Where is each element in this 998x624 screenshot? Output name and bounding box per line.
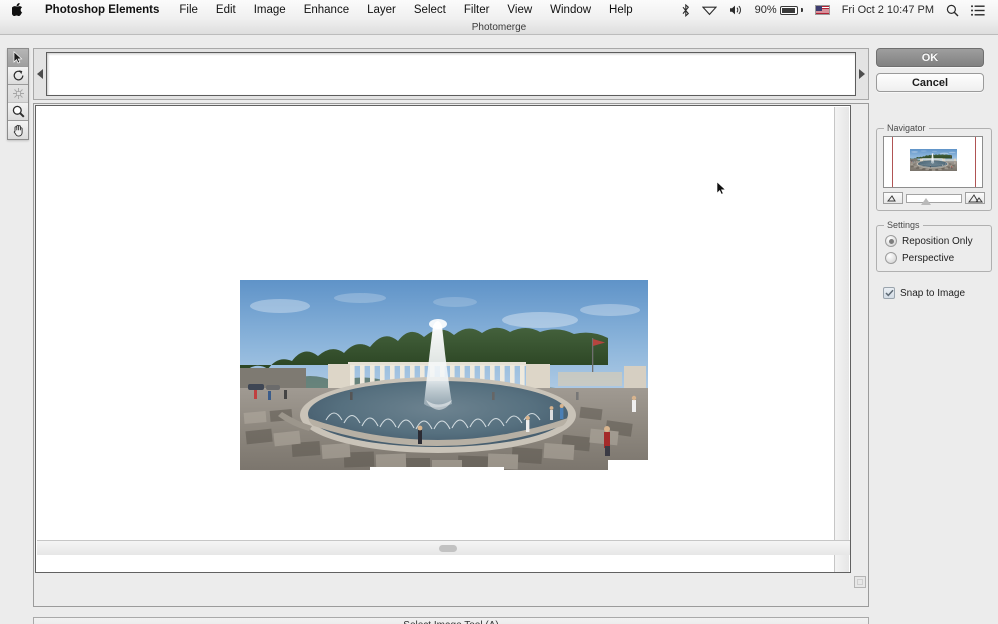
macos-menu-bar: Photoshop Elements File Edit Image Enhan…	[0, 0, 998, 21]
zoom-tool[interactable]	[8, 103, 28, 121]
ok-button[interactable]: OK	[876, 48, 984, 67]
navigator-thumbnail	[910, 149, 957, 171]
options-panel: OK Cancel Navigator Settings Reposition …	[876, 48, 992, 299]
search-icon[interactable]	[940, 4, 965, 17]
vertical-scrollbar[interactable]	[834, 107, 849, 572]
menu-enhance[interactable]: Enhance	[295, 4, 358, 16]
app-window: Photoshop Elements File Edit Image Enhan…	[0, 0, 998, 624]
menu-view[interactable]: View	[498, 4, 541, 16]
menu-file[interactable]: File	[170, 4, 207, 16]
horizontal-scrollbar[interactable]	[37, 540, 850, 555]
us-flag-icon[interactable]	[809, 5, 836, 15]
wifi-icon[interactable]	[696, 4, 723, 16]
menu-bar-clock[interactable]: Fri Oct 2 10:47 PM	[836, 4, 940, 16]
volume-icon[interactable]	[723, 4, 749, 16]
menu-edit[interactable]: Edit	[207, 4, 245, 16]
panorama-segment[interactable]	[364, 277, 509, 467]
large-mountain-icon[interactable]	[965, 192, 985, 204]
rotate-image-tool[interactable]	[8, 67, 28, 85]
resize-grip[interactable]	[854, 576, 866, 588]
navigator-title: Navigator	[884, 123, 929, 133]
settings-title: Settings	[884, 220, 923, 230]
hand-tool[interactable]	[8, 121, 28, 139]
lightbox-well[interactable]	[46, 52, 856, 96]
navigator-panel: Navigator	[876, 123, 992, 211]
menu-app-name[interactable]: Photoshop Elements	[34, 4, 170, 16]
zoom-slider-thumb[interactable]	[921, 197, 931, 205]
menu-layer[interactable]: Layer	[358, 4, 405, 16]
settings-option-perspective[interactable]: Perspective	[885, 252, 985, 264]
navigator-guide-left	[892, 137, 893, 187]
small-mountain-icon[interactable]	[883, 192, 903, 204]
checkmark-icon	[884, 289, 894, 297]
triangle-right-icon[interactable]	[856, 49, 868, 99]
page-title: Photomerge	[471, 21, 527, 33]
status-message: Select Image Tool (A)	[403, 620, 498, 624]
vanishing-point-tool	[8, 85, 28, 103]
radio-perspective-label: Perspective	[902, 252, 955, 264]
menu-help[interactable]: Help	[600, 4, 642, 16]
lightbox-strip	[33, 48, 869, 100]
scrollbar-thumb[interactable]	[439, 545, 457, 552]
bluetooth-icon[interactable]	[676, 3, 696, 17]
work-area	[33, 103, 869, 607]
list-icon[interactable]	[965, 4, 991, 16]
navigator-zoom-controls	[883, 192, 985, 205]
snap-to-image-checkbox[interactable]	[883, 287, 895, 299]
menu-image[interactable]: Image	[245, 4, 295, 16]
navigator-guide-right	[975, 137, 976, 187]
panorama-segment[interactable]	[566, 274, 648, 460]
menu-bar-status-area: 90% Fri Oct 2 10:47 PM	[676, 3, 998, 17]
panorama-composite[interactable]	[236, 274, 652, 474]
navigator-zoom-slider[interactable]	[906, 193, 962, 205]
menu-select[interactable]: Select	[405, 4, 455, 16]
battery-icon	[779, 5, 798, 15]
battery-status[interactable]: 90%	[749, 4, 809, 16]
menu-filter[interactable]: Filter	[455, 4, 499, 16]
triangle-left-icon[interactable]	[34, 49, 46, 99]
menu-window[interactable]: Window	[541, 4, 600, 16]
photomerge-dialog: Select Image Tool (A) OK Cancel Navigato…	[0, 35, 998, 624]
snap-to-image-label: Snap to Image	[900, 287, 966, 299]
radio-reposition-only[interactable]	[885, 235, 897, 247]
battery-cap	[800, 8, 803, 12]
cancel-button[interactable]: Cancel	[876, 73, 984, 92]
settings-panel: Settings Reposition Only Perspective	[876, 220, 992, 272]
panorama-segment[interactable]	[240, 280, 370, 470]
tool-palette	[7, 48, 29, 140]
photomerge-canvas[interactable]	[35, 105, 851, 573]
window-title-bar: Photomerge	[0, 20, 998, 35]
radio-perspective[interactable]	[885, 252, 897, 264]
snap-to-image-row[interactable]: Snap to Image	[883, 287, 992, 299]
battery-percent-label: 90%	[754, 4, 777, 16]
settings-option-reposition[interactable]: Reposition Only	[885, 235, 985, 247]
apple-logo-icon[interactable]	[0, 2, 34, 18]
status-bar: Select Image Tool (A)	[33, 617, 869, 624]
navigator-preview[interactable]	[883, 136, 983, 188]
select-image-tool[interactable]	[8, 49, 28, 67]
radio-reposition-only-label: Reposition Only	[902, 235, 973, 247]
